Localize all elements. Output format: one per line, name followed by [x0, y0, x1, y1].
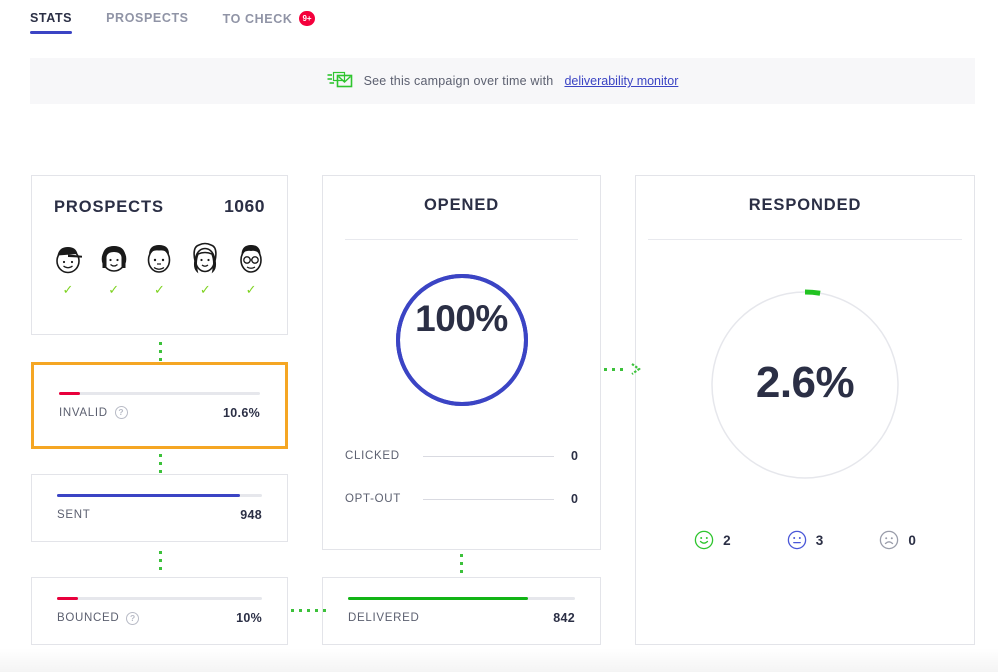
delivered-row: DELIVERED 842 [348, 611, 575, 625]
bounced-help-icon[interactable]: ? [126, 612, 139, 625]
tab-prospects-label: PROSPECTS [106, 11, 189, 25]
sent-card[interactable]: SENT 948 [31, 474, 288, 542]
prospects-count: 1060 [224, 196, 265, 217]
responded-title: RESPONDED [636, 176, 974, 215]
arrow-right-icon [630, 362, 642, 376]
connector-bounced-delivered [291, 609, 326, 612]
sentiment-item[interactable]: 0 [879, 530, 916, 550]
sentiment-count: 2 [723, 533, 731, 548]
prospect-avatars: ✓ ✓ ✓ ✓ ✓ [32, 217, 287, 296]
banner-text: See this campaign over time with [364, 74, 554, 88]
sentiment-count: 3 [816, 533, 824, 548]
check-icon: ✓ [200, 283, 211, 296]
prospect-face-icon [142, 241, 176, 280]
to-check-count-badge: 9+ [299, 11, 314, 26]
tab-bar: STATS PROSPECTS TO CHECK 9+ [0, 0, 998, 38]
invalid-label-group: INVALID ? [59, 406, 128, 419]
clicked-row: CLICKED 0 [345, 440, 578, 472]
happy-face-icon [694, 530, 714, 550]
avatar: ✓ [94, 241, 134, 296]
sent-row: SENT 948 [57, 508, 262, 522]
deliverability-monitor-link[interactable]: deliverability monitor [564, 74, 678, 88]
responded-donut-wrap: 2.6% [636, 240, 974, 530]
delivered-label: DELIVERED [348, 612, 420, 624]
sad-face-icon [879, 530, 899, 550]
connector-sent-bounced [159, 551, 162, 570]
sent-label-group: SENT [57, 509, 90, 521]
opened-card: OPENED 100% CLICKED 0 OPT-OUT 0 [322, 175, 601, 550]
clicked-line [423, 456, 554, 457]
connector-opened-responded [604, 362, 642, 376]
prospect-face-icon [188, 241, 222, 280]
bounced-bar-track [57, 597, 262, 600]
prospects-header: PROSPECTS 1060 [32, 176, 287, 217]
bounced-row: BOUNCED ? 10% [57, 611, 262, 625]
avatar: ✓ [231, 241, 271, 296]
avatar: ✓ [185, 241, 225, 296]
delivered-value: 842 [553, 611, 575, 625]
invalid-card[interactable]: INVALID ? 10.6% [31, 362, 288, 449]
prospects-card: PROSPECTS 1060 ✓ ✓ ✓ ✓ ✓ [31, 175, 288, 335]
sent-bar-fill [57, 494, 240, 497]
clicked-label: CLICKED [345, 450, 409, 462]
invalid-bar-fill [59, 392, 80, 395]
opened-metric-rows: CLICKED 0 OPT-OUT 0 [323, 440, 600, 515]
deliverability-banner: See this campaign over time with deliver… [30, 58, 975, 104]
optout-line [423, 499, 554, 500]
bounced-bar-fill [57, 597, 78, 600]
check-icon: ✓ [246, 283, 257, 296]
tab-prospects[interactable]: PROSPECTS [106, 0, 189, 34]
stats-page: STATS PROSPECTS TO CHECK 9+ See this cam… [0, 0, 998, 672]
optout-label: OPT-OUT [345, 493, 409, 505]
sentiment-row: 2 3 0 [636, 530, 974, 550]
check-icon: ✓ [108, 283, 119, 296]
sentiment-item[interactable]: 3 [787, 530, 824, 550]
delivered-bar-fill [348, 597, 528, 600]
responded-card: RESPONDED 2.6% 2 3 0 [635, 175, 975, 645]
invalid-help-icon[interactable]: ? [115, 406, 128, 419]
tab-stats-label: STATS [30, 11, 72, 25]
bounced-label: BOUNCED [57, 612, 119, 624]
connector-invalid-sent [159, 454, 162, 473]
clicked-value: 0 [568, 449, 578, 463]
prospect-face-icon [234, 241, 268, 280]
delivered-label-group: DELIVERED [348, 612, 420, 624]
invalid-bar-track [59, 392, 260, 395]
check-icon: ✓ [154, 283, 165, 296]
delivered-bar-track [348, 597, 575, 600]
prospects-title: PROSPECTS [54, 198, 164, 217]
optout-row: OPT-OUT 0 [345, 472, 578, 515]
opened-percent-label: 100% [323, 298, 600, 340]
responded-percent-label: 2.6% [636, 358, 974, 408]
tab-to-check-label: TO CHECK [223, 12, 293, 26]
email-monitor-icon [327, 71, 353, 91]
tab-to-check[interactable]: TO CHECK 9+ [223, 0, 315, 35]
invalid-label: INVALID [59, 407, 108, 419]
avatar: ✓ [140, 241, 180, 296]
opened-donut-chart [392, 270, 532, 410]
bounced-card[interactable]: BOUNCED ? 10% [31, 577, 288, 645]
tab-stats[interactable]: STATS [30, 0, 72, 34]
bottom-shadow [0, 648, 998, 672]
opened-donut-wrap: 100% [323, 240, 600, 440]
invalid-row: INVALID ? 10.6% [59, 406, 260, 420]
opened-title: OPENED [323, 176, 600, 215]
connector-prospects-invalid [159, 342, 162, 361]
sentiment-count: 0 [908, 533, 916, 548]
delivered-card[interactable]: DELIVERED 842 [322, 577, 601, 645]
avatar: ✓ [48, 241, 88, 296]
bounced-label-group: BOUNCED ? [57, 612, 139, 625]
optout-value: 0 [568, 492, 578, 506]
bounced-value: 10% [236, 611, 262, 625]
invalid-value: 10.6% [223, 406, 260, 420]
prospect-face-icon [51, 241, 85, 280]
check-icon: ✓ [62, 283, 73, 296]
sent-value: 948 [240, 508, 262, 522]
connector-opened-delivered [460, 554, 463, 573]
sent-label: SENT [57, 509, 90, 521]
sent-bar-track [57, 494, 262, 497]
prospect-face-icon [97, 241, 131, 280]
neutral-face-icon [787, 530, 807, 550]
sentiment-item[interactable]: 2 [694, 530, 731, 550]
